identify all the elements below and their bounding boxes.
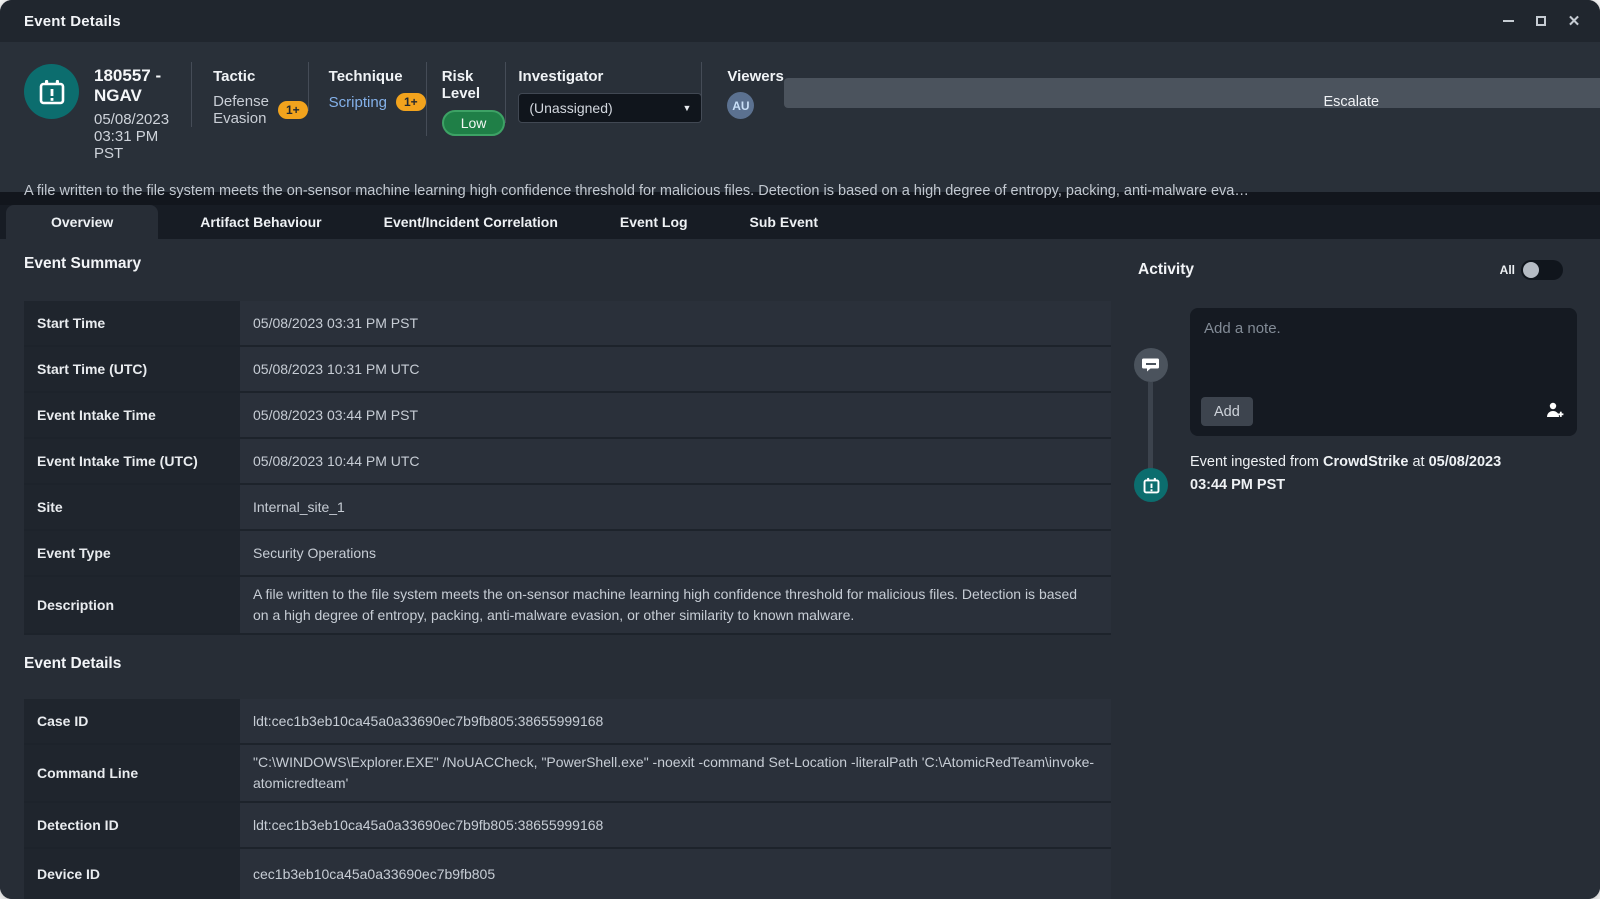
event-id-block: 180557 - NGAV 05/08/2023 03:31 PM PST bbox=[94, 62, 169, 162]
event-details-table: Case ID ldt:cec1b3eb10ca45a0a33690ec7b9f… bbox=[24, 699, 1111, 899]
table-row: Event Intake Time 05/08/2023 03:44 PM PS… bbox=[24, 393, 1111, 439]
tab-artifact-behaviour[interactable]: Artifact Behaviour bbox=[178, 205, 343, 239]
investigator-select[interactable]: (Unassigned) ▼ bbox=[518, 93, 702, 123]
row-label: Description bbox=[24, 577, 240, 633]
table-row: Event Intake Time (UTC) 05/08/2023 10:44… bbox=[24, 439, 1111, 485]
ingest-source: CrowdStrike bbox=[1323, 454, 1408, 470]
ingest-calendar-icon bbox=[1134, 468, 1168, 502]
row-value: ldt:cec1b3eb10ca45a0a33690ec7b9fb805:386… bbox=[240, 803, 1111, 847]
overview-panel: Event Summary Start Time 05/08/2023 03:3… bbox=[0, 239, 1111, 899]
investigator-block: Investigator (Unassigned) ▼ bbox=[505, 62, 701, 123]
table-row: Command Line "C:\WINDOWS\Explorer.EXE" /… bbox=[24, 745, 1111, 803]
tab-bar: Overview Artifact Behaviour Event/Incide… bbox=[0, 205, 1600, 239]
table-row: Site Internal_site_1 bbox=[24, 485, 1111, 531]
add-person-icon[interactable] bbox=[1544, 401, 1564, 424]
table-row: Start Time 05/08/2023 03:31 PM PST bbox=[24, 301, 1111, 347]
row-label: Start Time (UTC) bbox=[24, 347, 240, 391]
event-details-heading: Event Details bbox=[24, 655, 1111, 677]
add-note-button[interactable]: Add bbox=[1201, 397, 1253, 426]
event-time: 05/08/2023 03:31 PM PST bbox=[94, 111, 169, 162]
investigator-value: (Unassigned) bbox=[529, 100, 612, 116]
row-value: cec1b3eb10ca45a0a33690ec7b9fb805 bbox=[240, 849, 1111, 899]
row-value: 05/08/2023 03:44 PM PST bbox=[240, 393, 1111, 437]
chevron-down-icon: ▼ bbox=[682, 103, 691, 113]
event-details-window: Event Details ✕ 180557 - NGAV 05/08/2023… bbox=[0, 0, 1600, 899]
row-label: Case ID bbox=[24, 699, 240, 743]
event-summary-heading: Event Summary bbox=[24, 255, 1111, 277]
row-label: Device ID bbox=[24, 849, 240, 899]
investigator-label: Investigator bbox=[518, 68, 701, 85]
table-row: Device ID cec1b3eb10ca45a0a33690ec7b9fb8… bbox=[24, 849, 1111, 899]
row-value: ldt:cec1b3eb10ca45a0a33690ec7b9fb805:386… bbox=[240, 699, 1111, 743]
row-label: Event Intake Time (UTC) bbox=[24, 439, 240, 483]
tactic-more-badge[interactable]: 1+ bbox=[278, 101, 308, 119]
window-title: Event Details bbox=[24, 13, 121, 30]
event-summary-table: Start Time 05/08/2023 03:31 PM PST Start… bbox=[24, 301, 1111, 635]
row-label: Site bbox=[24, 485, 240, 529]
tab-event-incident-correlation[interactable]: Event/Incident Correlation bbox=[362, 205, 580, 239]
row-label: Start Time bbox=[24, 301, 240, 345]
note-input[interactable] bbox=[1190, 308, 1577, 388]
row-label: Detection ID bbox=[24, 803, 240, 847]
row-label: Event Type bbox=[24, 531, 240, 575]
technique-label: Technique bbox=[329, 68, 426, 85]
row-label: Event Intake Time bbox=[24, 393, 240, 437]
viewer-avatar[interactable]: AU bbox=[727, 92, 754, 119]
tab-overview[interactable]: Overview bbox=[6, 205, 158, 239]
row-value: Security Operations bbox=[240, 531, 1111, 575]
timeline-connector bbox=[1148, 382, 1153, 470]
activity-filter-label: All bbox=[1500, 263, 1515, 277]
escalate-button[interactable]: Escalate bbox=[784, 78, 1600, 108]
minimize-icon[interactable] bbox=[1500, 13, 1516, 29]
event-calendar-icon bbox=[24, 64, 79, 119]
viewers-block: Viewers AU bbox=[701, 62, 783, 119]
row-value: A file written to the file system meets … bbox=[240, 577, 1111, 633]
event-id-title: 180557 - NGAV bbox=[94, 66, 169, 106]
note-composer: Add bbox=[1190, 308, 1577, 436]
tab-event-log[interactable]: Event Log bbox=[598, 205, 710, 239]
row-value: 05/08/2023 10:31 PM UTC bbox=[240, 347, 1111, 391]
row-value: Internal_site_1 bbox=[240, 485, 1111, 529]
technique-more-badge[interactable]: 1+ bbox=[396, 93, 426, 111]
table-row: Detection ID ldt:cec1b3eb10ca45a0a33690e… bbox=[24, 803, 1111, 849]
technique-block: Technique Scripting 1+ bbox=[308, 62, 426, 111]
tab-sub-event[interactable]: Sub Event bbox=[728, 205, 840, 239]
tactic-label: Tactic bbox=[213, 68, 308, 85]
event-header: 180557 - NGAV 05/08/2023 03:31 PM PST Ta… bbox=[0, 42, 1600, 192]
technique-link[interactable]: Scripting bbox=[329, 94, 387, 111]
activity-panel: Activity All bbox=[1111, 239, 1600, 899]
ingest-text: at bbox=[1408, 454, 1428, 470]
row-value: 05/08/2023 10:44 PM UTC bbox=[240, 439, 1111, 483]
close-icon[interactable]: ✕ bbox=[1566, 13, 1582, 29]
risk-level-block: Risk Level Low bbox=[426, 62, 506, 136]
activity-all-toggle[interactable] bbox=[1521, 260, 1563, 280]
row-label: Command Line bbox=[24, 745, 240, 801]
table-row: Start Time (UTC) 05/08/2023 10:31 PM UTC bbox=[24, 347, 1111, 393]
table-row: Event Type Security Operations bbox=[24, 531, 1111, 577]
titlebar: Event Details ✕ bbox=[0, 0, 1600, 42]
note-comment-icon bbox=[1134, 348, 1168, 382]
table-row: Description A file written to the file s… bbox=[24, 577, 1111, 635]
tactic-block: Tactic Defense Evasion 1+ bbox=[191, 62, 308, 127]
ingest-text: Event ingested from bbox=[1190, 454, 1323, 470]
maximize-icon[interactable] bbox=[1533, 13, 1549, 29]
row-value: 05/08/2023 03:31 PM PST bbox=[240, 301, 1111, 345]
activity-timeline bbox=[1111, 308, 1190, 497]
risk-level-label: Risk Level bbox=[442, 68, 506, 102]
row-value: "C:\WINDOWS\Explorer.EXE" /NoUACCheck, "… bbox=[240, 745, 1111, 801]
activity-log-entry: Event ingested from CrowdStrike at 05/08… bbox=[1190, 451, 1542, 497]
tactic-value: Defense Evasion bbox=[213, 93, 269, 127]
risk-level-badge: Low bbox=[442, 110, 506, 136]
viewers-label: Viewers bbox=[727, 68, 783, 85]
table-row: Case ID ldt:cec1b3eb10ca45a0a33690ec7b9f… bbox=[24, 699, 1111, 745]
activity-heading: Activity bbox=[1138, 261, 1194, 279]
